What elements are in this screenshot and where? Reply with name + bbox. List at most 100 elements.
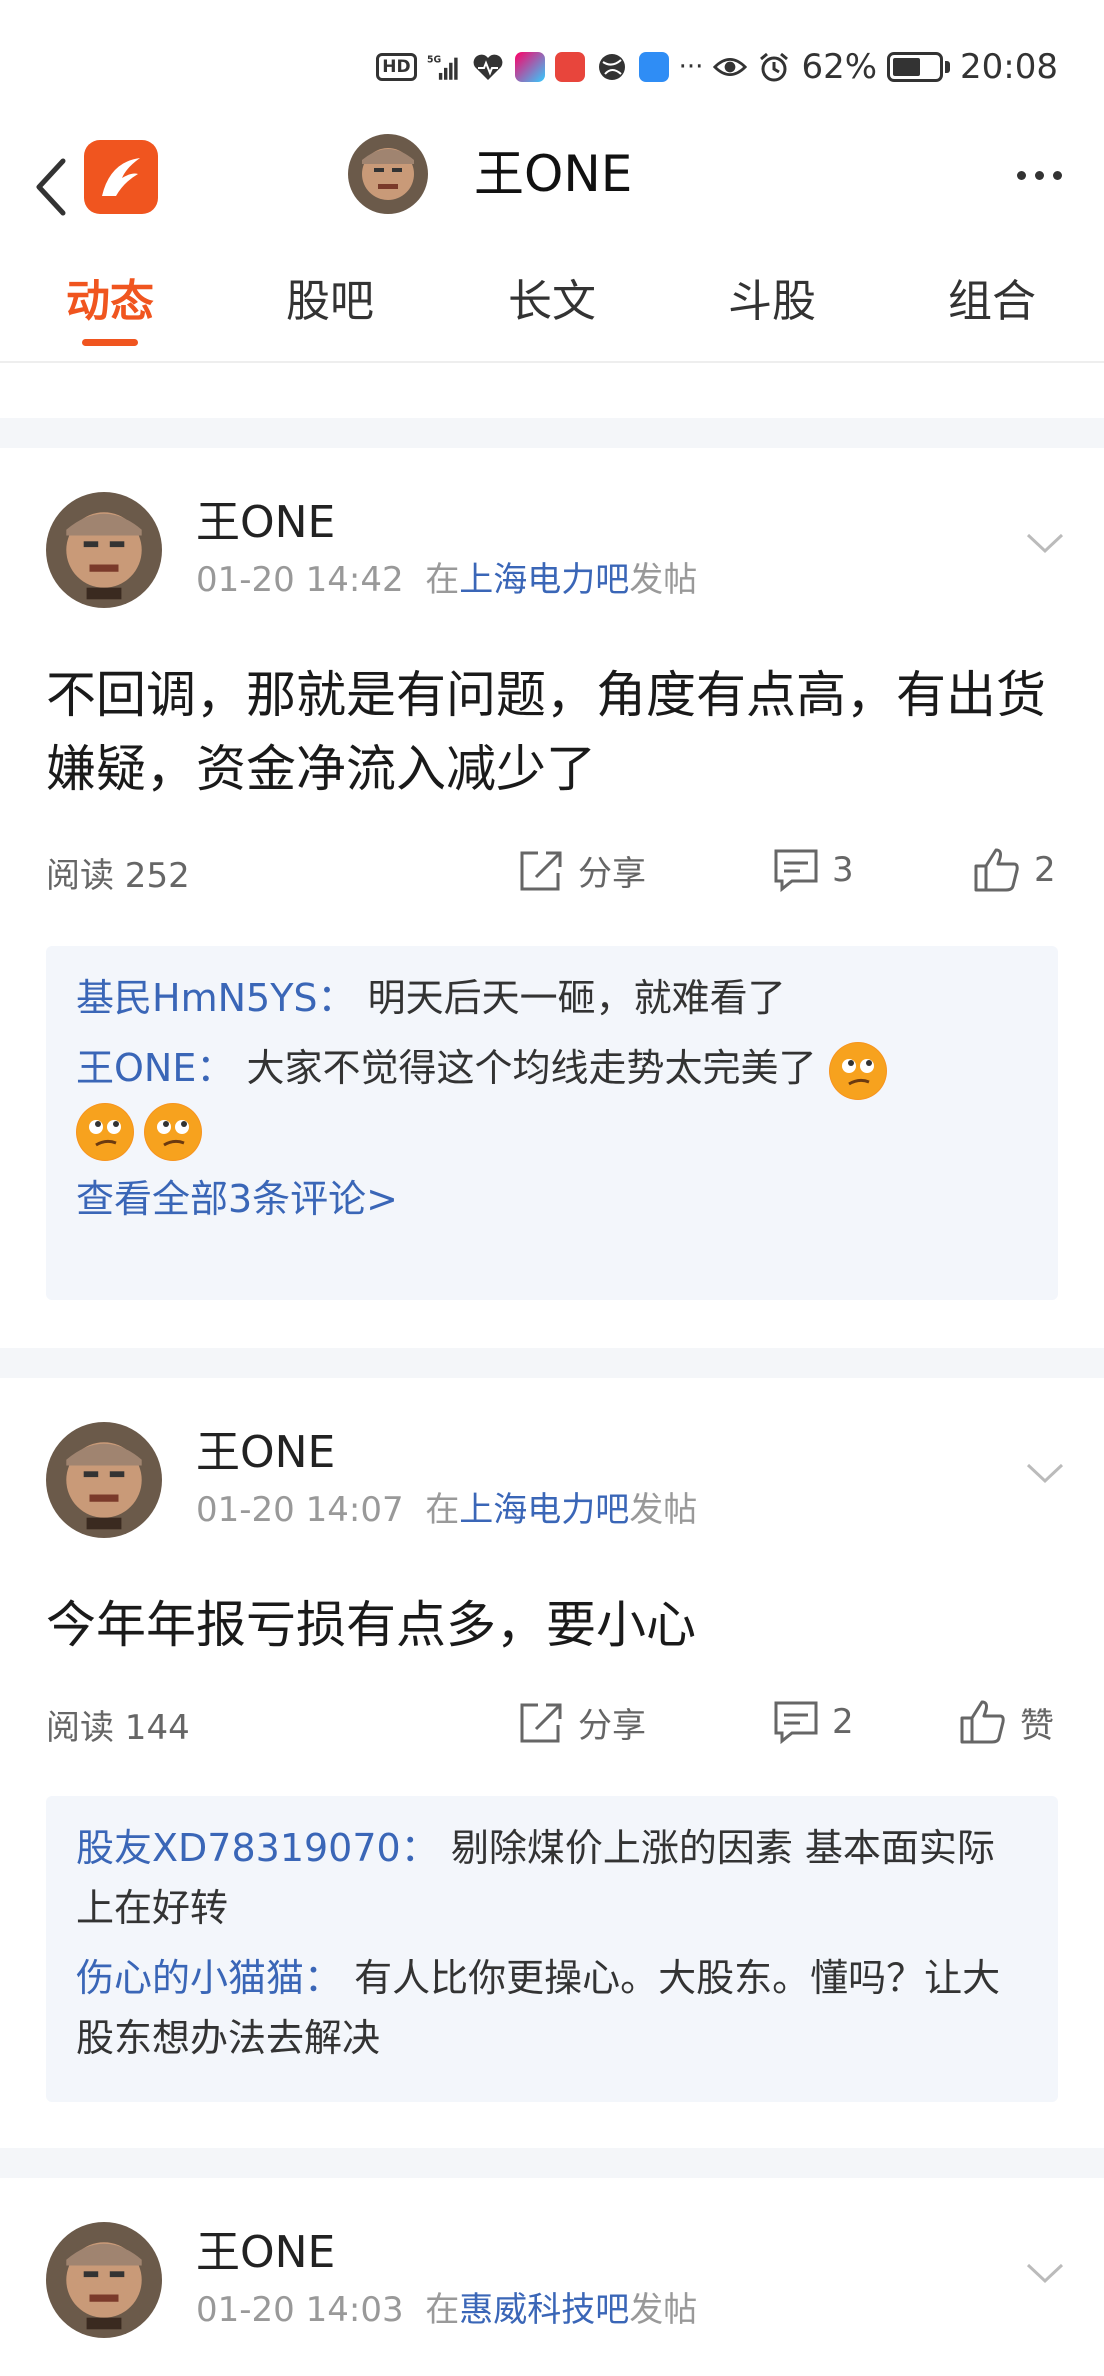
comment-button[interactable]: 2 xyxy=(772,1692,854,1752)
tab-forum[interactable]: 股吧 xyxy=(240,275,420,329)
post-content[interactable]: 今年年报亏损有点多，要小心 xyxy=(46,1588,1056,1662)
post-time: 01-20 14:42 xyxy=(196,560,404,600)
post-actions: 阅读 252 分享 3 2 xyxy=(0,840,1104,900)
tab-portfolio[interactable]: 组合 xyxy=(902,275,1082,329)
browser-icon xyxy=(595,50,629,84)
signal-icon: 5G xyxy=(427,50,461,84)
commenter-name[interactable]: 基民HmN5YS： xyxy=(76,976,356,1020)
thinking-emoji-icon xyxy=(144,1103,202,1161)
author-avatar[interactable] xyxy=(46,492,162,608)
chevron-down-icon xyxy=(1026,533,1064,554)
post-author[interactable]: 王ONE xyxy=(196,2226,335,2280)
forum-link[interactable]: 上海电力吧 xyxy=(459,1490,629,1530)
comment-count: 2 xyxy=(832,1702,854,1742)
section-divider xyxy=(0,418,1104,448)
profile-header: 王ONE xyxy=(0,130,1104,245)
like-label: 赞 xyxy=(1020,1705,1054,1746)
health-app-icon xyxy=(471,50,505,84)
status-bar: HD 5G ··· 62% 20:08 xyxy=(0,0,1104,130)
author-avatar[interactable] xyxy=(46,2222,162,2338)
commenter-name[interactable]: 伤心的小猫猫： xyxy=(76,1956,342,2000)
thumbs-up-icon xyxy=(974,848,1019,892)
post-meta: 01-20 14:03 在惠威科技吧发帖 xyxy=(196,2288,697,2332)
share-button[interactable]: 分享 xyxy=(518,1692,646,1752)
thumbs-up-icon xyxy=(960,1700,1005,1744)
share-label: 分享 xyxy=(578,853,646,894)
forum-link[interactable]: 上海电力吧 xyxy=(459,560,629,600)
post-menu-button[interactable] xyxy=(1022,520,1068,566)
eye-icon xyxy=(713,50,748,84)
author-avatar[interactable] xyxy=(46,1422,162,1538)
battery-level xyxy=(893,58,921,76)
like-button[interactable]: 2 xyxy=(972,840,1056,900)
like-button[interactable]: 赞 xyxy=(958,1692,1054,1752)
share-icon xyxy=(520,851,562,891)
page-title: 王ONE xyxy=(474,145,633,203)
more-options-button[interactable] xyxy=(1004,150,1074,200)
comment-icon xyxy=(774,1701,818,1745)
battery-icon xyxy=(887,52,951,82)
post-suffix: 发帖 xyxy=(629,1490,698,1530)
post-suffix: 发帖 xyxy=(629,2290,698,2330)
post-time: 01-20 14:03 xyxy=(196,2290,404,2330)
post-menu-button[interactable] xyxy=(1022,2250,1068,2296)
share-icon xyxy=(520,1703,562,1743)
thinking-emoji-icon xyxy=(828,1041,887,1100)
more-notifications-icon: ··· xyxy=(678,52,704,82)
post-time: 01-20 14:07 xyxy=(196,1490,404,1530)
comment-text: 大家不觉得这个均线走势太完美了 xyxy=(246,1046,817,1090)
comment-item[interactable]: 基民HmN5YS： 明天后天一砸，就难看了 xyxy=(76,968,1028,1028)
post-menu-button[interactable] xyxy=(1022,1450,1068,1496)
section-divider xyxy=(0,1348,1104,1378)
read-count: 阅读 144 xyxy=(46,1708,190,1748)
commenter-name[interactable]: 王ONE： xyxy=(76,1046,234,1090)
post-actions: 阅读 144 分享 2 赞 xyxy=(0,1692,1104,1752)
comment-icon xyxy=(774,849,818,893)
chevron-down-icon xyxy=(1026,1463,1064,1484)
cloud-app-icon xyxy=(638,52,669,82)
thinking-emoji-icon xyxy=(76,1103,134,1161)
post-prefix: 在 xyxy=(425,560,460,600)
share-label: 分享 xyxy=(578,1705,646,1746)
post-meta: 01-20 14:42 在上海电力吧发帖 xyxy=(196,558,697,602)
read-count: 阅读 252 xyxy=(46,856,190,896)
like-count: 2 xyxy=(1034,850,1056,890)
tab-bar: 动态 股吧 长文 斗股 组合 xyxy=(0,245,1104,363)
alarm-icon xyxy=(757,50,791,84)
post-prefix: 在 xyxy=(425,2290,460,2330)
post-author[interactable]: 王ONE xyxy=(196,1426,335,1480)
active-tab-indicator xyxy=(82,339,138,346)
comment-item[interactable]: 王ONE： 大家不觉得这个均线走势太完美了 xyxy=(76,1038,1028,1161)
comment-text: 明天后天一砸，就难看了 xyxy=(367,976,786,1020)
comment-preview[interactable]: 股友XD78319070： 剔除煤价上涨的因素 基本面实际上在好转 伤心的小猫猫… xyxy=(46,1796,1058,2102)
battery-percent: 62% xyxy=(801,47,878,87)
tab-stock-battle[interactable]: 斗股 xyxy=(682,275,862,329)
back-button[interactable] xyxy=(20,142,80,232)
hd-icon: HD xyxy=(376,53,417,81)
post-content[interactable]: 不回调，那就是有问题，角度有点高，有出货嫌疑，资金净流入减少了 xyxy=(46,658,1056,806)
post-prefix: 在 xyxy=(425,1490,460,1530)
comment-preview[interactable]: 基民HmN5YS： 明天后天一砸，就难看了 王ONE： 大家不觉得这个均线走势太… xyxy=(46,946,1058,1300)
chevron-down-icon xyxy=(1026,2263,1064,2284)
view-all-comments-link[interactable]: 查看全部3条评论> xyxy=(76,1171,1028,1227)
header-avatar[interactable] xyxy=(348,134,428,214)
forum-link[interactable]: 惠威科技吧 xyxy=(459,2290,629,2330)
comment-item[interactable]: 伤心的小猫猫： 有人比你更操心。大股东。懂吗？让大股东想办法去解决 xyxy=(76,1948,1028,2068)
commenter-name[interactable]: 股友XD78319070： xyxy=(76,1826,439,1870)
app-notify-icon xyxy=(514,52,545,82)
section-divider xyxy=(0,2148,1104,2178)
chevron-left-icon xyxy=(36,158,66,216)
post-author[interactable]: 王ONE xyxy=(196,496,335,550)
post-suffix: 发帖 xyxy=(629,560,698,600)
svg-text:5G: 5G xyxy=(427,55,441,66)
tab-long-article[interactable]: 长文 xyxy=(462,275,642,329)
comment-button[interactable]: 3 xyxy=(772,840,854,900)
share-button[interactable]: 分享 xyxy=(518,840,646,900)
comment-count: 3 xyxy=(832,850,854,890)
post-meta: 01-20 14:07 在上海电力吧发帖 xyxy=(196,1488,697,1532)
status-icons: HD 5G ··· 62% 20:08 xyxy=(376,44,1058,90)
comment-item[interactable]: 股友XD78319070： 剔除煤价上涨的因素 基本面实际上在好转 xyxy=(76,1818,1028,1938)
app-logo-icon[interactable] xyxy=(84,140,158,214)
clock-time: 20:08 xyxy=(960,47,1058,87)
tab-dynamic[interactable]: 动态 xyxy=(20,275,200,329)
